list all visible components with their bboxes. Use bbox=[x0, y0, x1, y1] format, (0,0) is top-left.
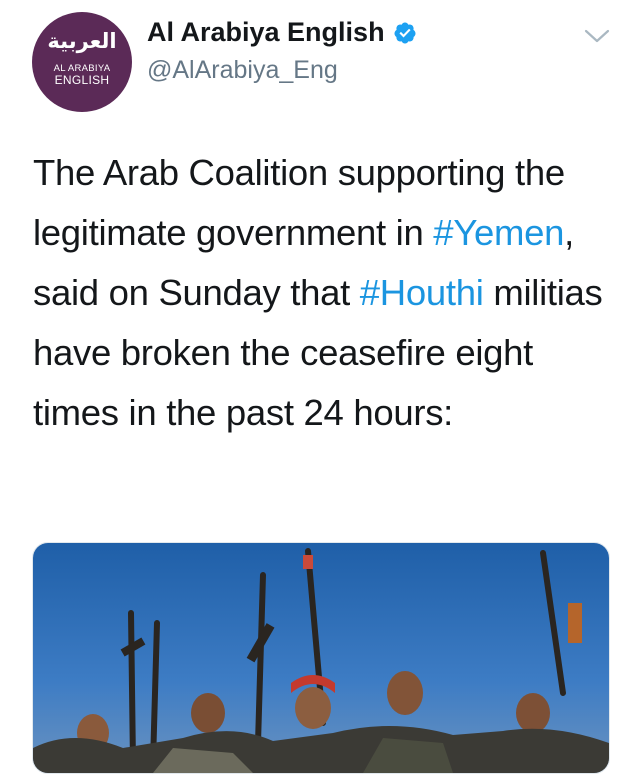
avatar[interactable]: العربية AL ARABIYA ENGLISH bbox=[32, 12, 132, 112]
hashtag-link-houthi[interactable]: #Houthi bbox=[360, 272, 484, 313]
account-name-row[interactable]: Al Arabiya English bbox=[147, 17, 417, 48]
display-name[interactable]: Al Arabiya English bbox=[147, 17, 385, 48]
photo-illustration bbox=[33, 543, 609, 773]
avatar-logo-line2: ENGLISH bbox=[54, 72, 110, 87]
account-handle[interactable]: @AlArabiya_Eng bbox=[147, 56, 338, 85]
verified-badge-icon bbox=[394, 22, 416, 43]
hashtag-link-yemen[interactable]: #Yemen bbox=[433, 212, 564, 253]
tweet-text: The Arab Coalition supporting the legiti… bbox=[33, 143, 623, 443]
chevron-down-icon[interactable] bbox=[584, 28, 610, 44]
tweet-media-photo[interactable] bbox=[32, 542, 610, 774]
avatar-arabic-logo-text: العربية bbox=[47, 29, 117, 54]
